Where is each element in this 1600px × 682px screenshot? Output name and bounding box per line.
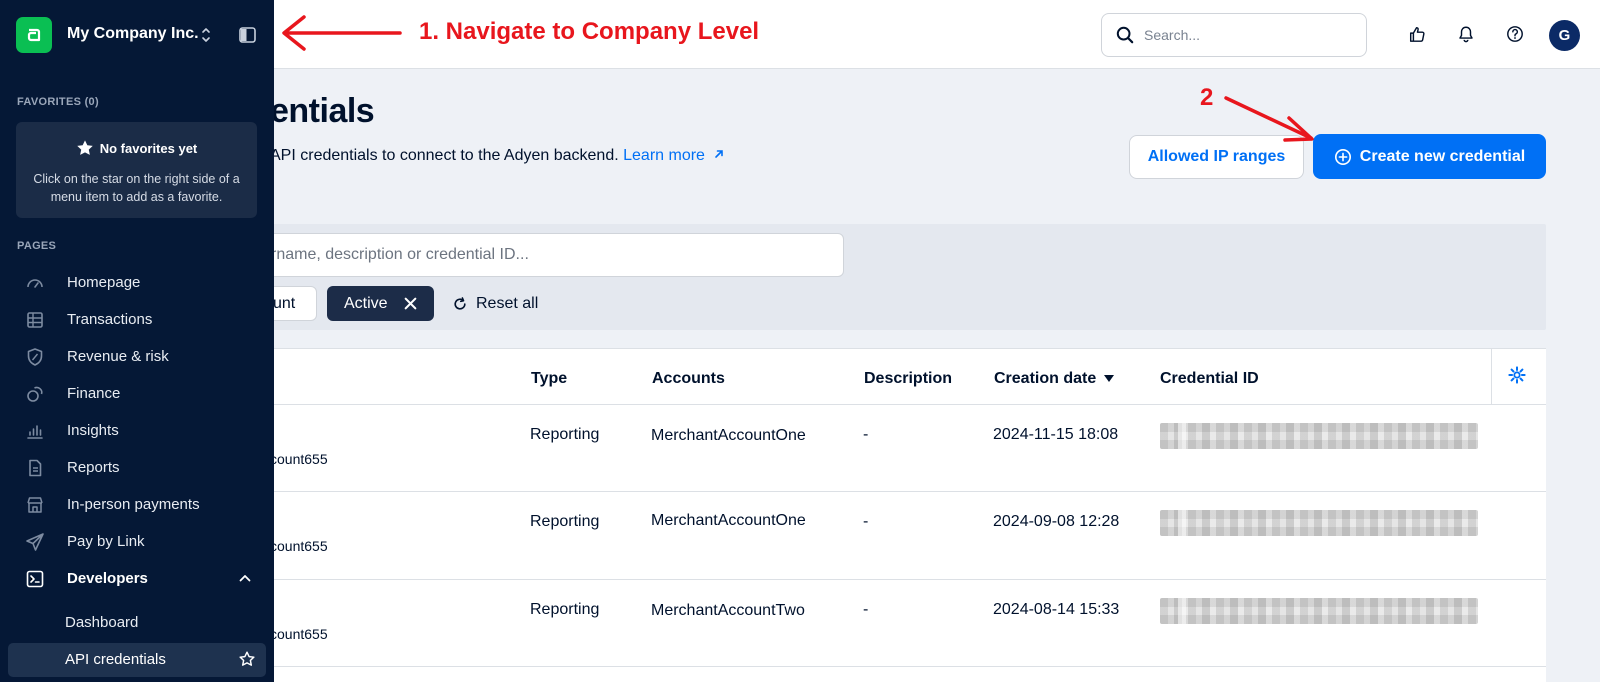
arrow-step-2 bbox=[1224, 96, 1314, 142]
annotation-step-1: 1. Navigate to Company Level bbox=[419, 18, 760, 45]
arrow-step-1 bbox=[282, 15, 402, 51]
annotation-step-2: 2 bbox=[1200, 84, 1214, 111]
annotation-arrows bbox=[282, 15, 1314, 142]
